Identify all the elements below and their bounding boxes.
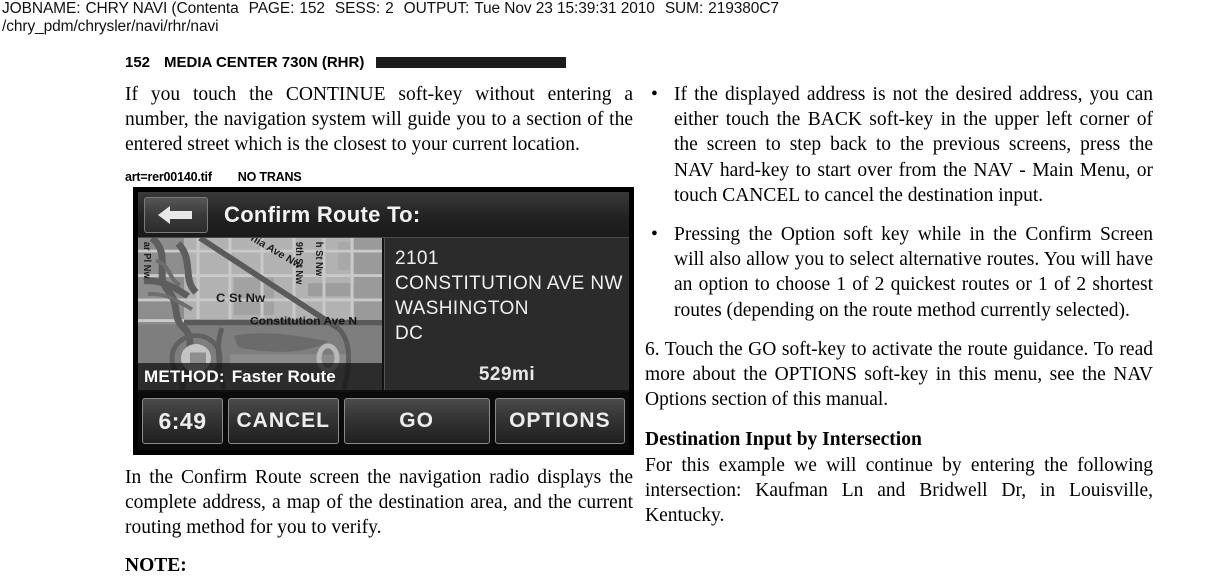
right-column: • If the displayed address is not the de… (645, 82, 1153, 528)
output-label: OUTPUT: (403, 0, 470, 17)
artwork-caption: art=rer00140.tif NO TRANS (125, 170, 302, 184)
bullet-list: • If the displayed address is not the de… (645, 82, 1153, 323)
jobname-value: CHRY NAVI (Contenta (85, 0, 239, 17)
address-city: WASHINGTON (395, 298, 529, 319)
go-button[interactable]: GO (343, 398, 490, 444)
page-body: If you touch the CONTINUE soft-key witho… (125, 82, 1165, 577)
list-item: • Pressing the Option soft key while in … (645, 222, 1153, 323)
address-number: 2101 (395, 248, 439, 269)
jobname-label: JOBNAME: (2, 0, 81, 17)
destination-address-panel: 2101 CONSTITUTION AVE NW WASHINGTON DC 5… (384, 238, 629, 390)
sess-value: 2 (385, 0, 394, 17)
address-street: CONSTITUTION AVE NW (395, 273, 623, 294)
sess-label: SESS: (334, 0, 381, 17)
clock-display: 6:49 (142, 398, 223, 444)
route-method-strip: METHOD: Faster Route (138, 363, 382, 390)
print-job-header: JOBNAME: CHRY NAVI (Contenta PAGE: 152 SESS:… (2, 0, 1222, 36)
list-item: • If the displayed address is not the de… (645, 82, 1153, 208)
cancel-button[interactable]: CANCEL (227, 398, 339, 444)
section-subhead: Destination Input by Intersection (645, 429, 922, 451)
left-paragraph-1: If you touch the CONTINUE soft-key witho… (125, 84, 633, 156)
svg-text:Constitution Ave N: Constitution Ave N (250, 315, 357, 328)
navigation-screen-artwork: Confirm Route To: nia Ave Nw C St Nw Con… (133, 187, 634, 455)
route-distance: 529mi (478, 364, 536, 385)
back-arrow-icon (158, 205, 192, 224)
sum-value: 219380C7 (708, 0, 779, 17)
note-label: NOTE: (125, 554, 187, 576)
bullet-text: Pressing the Option soft key while in th… (674, 224, 1153, 321)
artwork-trans-note: NO TRANS (237, 170, 302, 184)
method-label: METHOD: (144, 366, 225, 386)
step-6-paragraph: 6. Touch the GO soft-key to activate the… (645, 338, 1153, 411)
bullet-text: If the displayed address is not the desi… (674, 84, 1153, 206)
sum-label: SUM: (664, 0, 704, 17)
bullet-icon: • (651, 84, 658, 105)
soft-key-bar: 6:49 CANCEL GO OPTIONS (138, 392, 629, 450)
page-value: 152 (299, 0, 325, 17)
options-button[interactable]: OPTIONS (494, 398, 625, 444)
page-header: 152 MEDIA CENTER 730N (RHR) (125, 52, 1165, 72)
svg-text:ar Pl Nw: ar Pl Nw (141, 242, 152, 279)
artwork-file: art=rer00140.tif (125, 170, 212, 184)
nav-screen: Confirm Route To: nia Ave Nw C St Nw Con… (138, 192, 629, 450)
page-number: 152 (125, 53, 151, 71)
left-lower-text: In the Confirm Route screen the navigati… (125, 465, 633, 578)
method-value: Faster Route (231, 366, 336, 386)
svg-text:h St Nw: h St Nw (313, 242, 324, 277)
back-button[interactable] (144, 196, 208, 233)
job-path: /chry_pdm/chrysler/navi/rhr/navi (2, 18, 219, 35)
nav-screen-title: Confirm Route To: (224, 201, 421, 227)
svg-text:C St Nw: C St Nw (216, 291, 265, 305)
address-text: 2101 CONSTITUTION AVE NW WASHINGTON DC (385, 238, 629, 346)
bullet-icon: • (651, 224, 658, 246)
address-state: DC (395, 323, 424, 344)
header-rule (376, 56, 567, 68)
nav-top-bar: Confirm Route To: (138, 192, 629, 238)
page-title: MEDIA CENTER 730N (RHR) (164, 53, 365, 71)
intersection-paragraph: For this example we will continue by ent… (645, 454, 1153, 527)
left-paragraph-2: In the Confirm Route screen the navigati… (125, 467, 633, 539)
svg-text:9th St Nw: 9th St Nw (293, 242, 304, 285)
left-column: If you touch the CONTINUE soft-key witho… (125, 82, 634, 576)
output-value: Tue Nov 23 15:39:31 2010 (474, 0, 655, 17)
page-label: PAGE: (248, 0, 295, 17)
